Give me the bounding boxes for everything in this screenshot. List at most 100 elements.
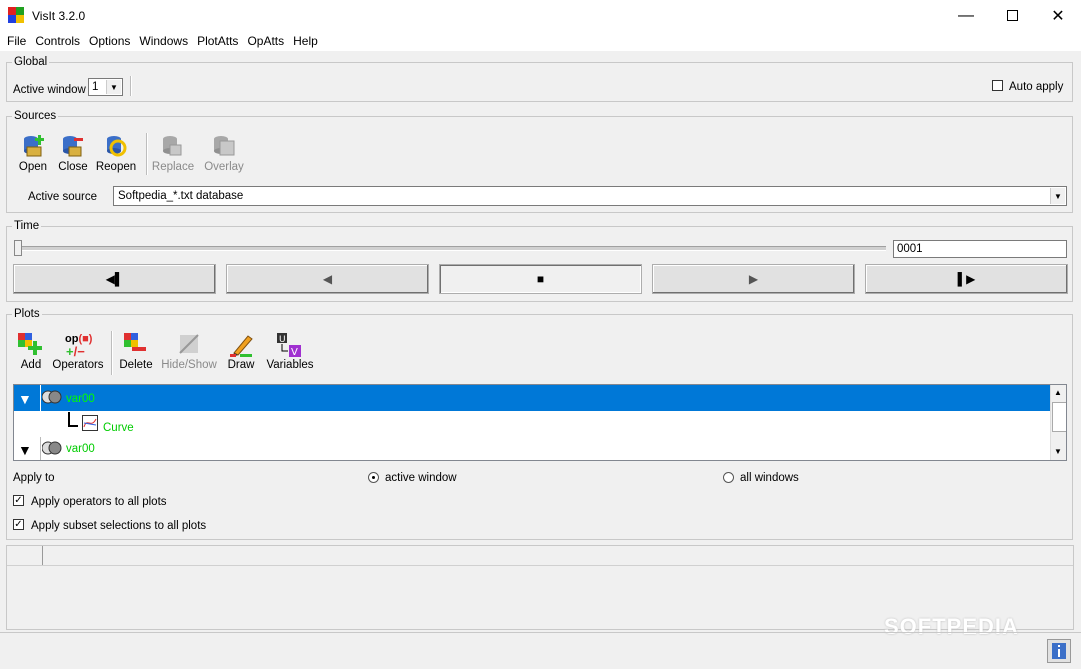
add-plot-icon bbox=[18, 333, 42, 355]
delete-plot-icon bbox=[124, 333, 146, 351]
list-divider bbox=[40, 437, 41, 460]
scroll-down-icon: ▼ bbox=[1054, 447, 1062, 456]
expand-triangle-icon: ▼ bbox=[18, 391, 32, 407]
variables-button[interactable]: UV Variables bbox=[263, 331, 317, 375]
step-forward-button[interactable]: ▌▶ bbox=[865, 264, 1068, 294]
menu-file[interactable]: File bbox=[3, 34, 30, 48]
play-button[interactable]: ▶ bbox=[652, 264, 855, 294]
step-back-button[interactable]: ◀▌ bbox=[13, 264, 216, 294]
notepad-divider bbox=[7, 565, 1073, 566]
menu-opatts[interactable]: OpAtts bbox=[243, 34, 288, 48]
plot-list-item[interactable]: ▼ var00 bbox=[14, 437, 1050, 460]
operators-button[interactable]: op(■) +/− Operators bbox=[50, 331, 106, 375]
active-window-radio[interactable] bbox=[368, 472, 379, 483]
curve-plot-icon bbox=[82, 415, 98, 431]
menu-controls[interactable]: Controls bbox=[31, 34, 84, 48]
replace-button-label: Replace bbox=[151, 161, 195, 173]
minimize-icon: — bbox=[958, 6, 974, 24]
notepad-tab[interactable] bbox=[7, 546, 43, 565]
active-source-label: Active source bbox=[28, 191, 98, 203]
replace-button[interactable]: Replace bbox=[151, 133, 195, 175]
maximize-icon bbox=[1006, 10, 1018, 21]
checkmark-icon: ✓ bbox=[14, 495, 23, 506]
global-group bbox=[6, 62, 1073, 102]
reopen-database-icon bbox=[107, 136, 127, 157]
chevron-down-icon: ▼ bbox=[106, 80, 121, 94]
reopen-button-label: Reopen bbox=[95, 161, 137, 173]
tree-line bbox=[68, 412, 70, 426]
play-icon: ▶ bbox=[748, 272, 759, 286]
maximize-button[interactable] bbox=[989, 0, 1035, 31]
active-window-value: 1 bbox=[92, 81, 99, 93]
open-button[interactable]: Open bbox=[13, 133, 53, 175]
menu-windows[interactable]: Windows bbox=[135, 34, 192, 48]
close-button-label: Close bbox=[58, 161, 88, 173]
reopen-button[interactable]: Reopen bbox=[94, 133, 138, 175]
tree-line bbox=[68, 425, 78, 427]
variables-icon: UV bbox=[277, 333, 301, 357]
close-window-button[interactable]: ✕ bbox=[1035, 0, 1081, 31]
menu-help[interactable]: Help bbox=[289, 34, 322, 48]
visibility-icon bbox=[42, 390, 62, 404]
delete-plot-button[interactable]: Delete bbox=[116, 331, 156, 375]
plot-list-item[interactable]: Curve bbox=[14, 412, 1050, 436]
time-frame-field[interactable]: 0001 bbox=[893, 240, 1067, 258]
delete-plot-label: Delete bbox=[119, 359, 153, 371]
apply-operators-checkbox[interactable]: ✓ bbox=[13, 495, 24, 506]
hide-show-button[interactable]: Hide/Show bbox=[160, 331, 218, 375]
replace-database-icon bbox=[163, 136, 182, 156]
draw-button[interactable]: Draw bbox=[222, 331, 260, 375]
toolbar-separator bbox=[111, 331, 113, 375]
time-slider-track[interactable] bbox=[14, 246, 886, 251]
global-group-title: Global bbox=[12, 56, 50, 68]
toolbar-separator bbox=[146, 133, 148, 175]
add-plot-button[interactable]: Add bbox=[13, 331, 49, 375]
close-database-icon bbox=[63, 136, 83, 157]
variables-label: Variables bbox=[266, 359, 314, 371]
title-bar: VisIt 3.2.0 — ✕ bbox=[0, 0, 1081, 31]
step-forward-icon: ▌▶ bbox=[957, 272, 976, 286]
chevron-down-icon: ▼ bbox=[1050, 188, 1065, 204]
info-button[interactable] bbox=[1047, 639, 1071, 663]
svg-text:U: U bbox=[279, 335, 286, 345]
apply-subset-checkbox[interactable]: ✓ bbox=[13, 519, 24, 530]
auto-apply-checkbox[interactable] bbox=[992, 80, 1003, 91]
active-source-combo[interactable]: Softpedia_*.txt database ▼ bbox=[113, 186, 1067, 206]
apply-subset-label: Apply subset selections to all plots bbox=[31, 520, 207, 532]
visit-app-icon bbox=[8, 7, 24, 23]
step-back-icon: ◀▌ bbox=[105, 272, 124, 286]
minimize-button[interactable]: — bbox=[943, 0, 989, 31]
operators-label: Operators bbox=[52, 359, 104, 371]
apply-to-label: Apply to bbox=[13, 472, 55, 484]
scroll-up-icon: ▲ bbox=[1054, 388, 1062, 397]
auto-apply-label: Auto apply bbox=[1009, 81, 1064, 93]
draw-label: Draw bbox=[227, 359, 255, 371]
time-slider-handle[interactable] bbox=[14, 240, 22, 256]
all-windows-radio[interactable] bbox=[723, 472, 734, 483]
time-group-title: Time bbox=[12, 220, 42, 232]
visibility-icon bbox=[42, 441, 62, 455]
overlay-button[interactable]: Overlay bbox=[202, 133, 246, 175]
reverse-play-button[interactable]: ◀ bbox=[226, 264, 429, 294]
plot-list-scrollbar[interactable]: ▲ ▼ bbox=[1050, 385, 1066, 460]
plot-var-label: var00 bbox=[66, 443, 95, 455]
close-button[interactable]: Close bbox=[55, 133, 91, 175]
open-button-label: Open bbox=[18, 161, 48, 173]
reverse-play-icon: ◀ bbox=[322, 272, 333, 286]
scrollbar-thumb[interactable] bbox=[1052, 402, 1066, 432]
add-plot-label: Add bbox=[20, 359, 42, 371]
pencil-icon bbox=[230, 335, 253, 357]
expand-triangle-icon: ▼ bbox=[18, 442, 32, 458]
list-divider bbox=[40, 385, 41, 411]
hide-show-label: Hide/Show bbox=[161, 359, 217, 371]
stop-button[interactable]: ■ bbox=[439, 264, 642, 294]
active-window-combo[interactable]: 1 ▼ bbox=[88, 78, 123, 96]
plot-list-item[interactable]: ▼ var00 bbox=[14, 385, 1050, 411]
menu-plotatts[interactable]: PlotAtts bbox=[193, 34, 242, 48]
plots-group-title: Plots bbox=[12, 308, 42, 320]
status-bar bbox=[0, 632, 1081, 669]
active-window-option-label: active window bbox=[385, 472, 457, 484]
menu-options[interactable]: Options bbox=[85, 34, 134, 48]
plot-var-label: var00 bbox=[66, 393, 95, 405]
plot-type-label: Curve bbox=[103, 422, 134, 434]
